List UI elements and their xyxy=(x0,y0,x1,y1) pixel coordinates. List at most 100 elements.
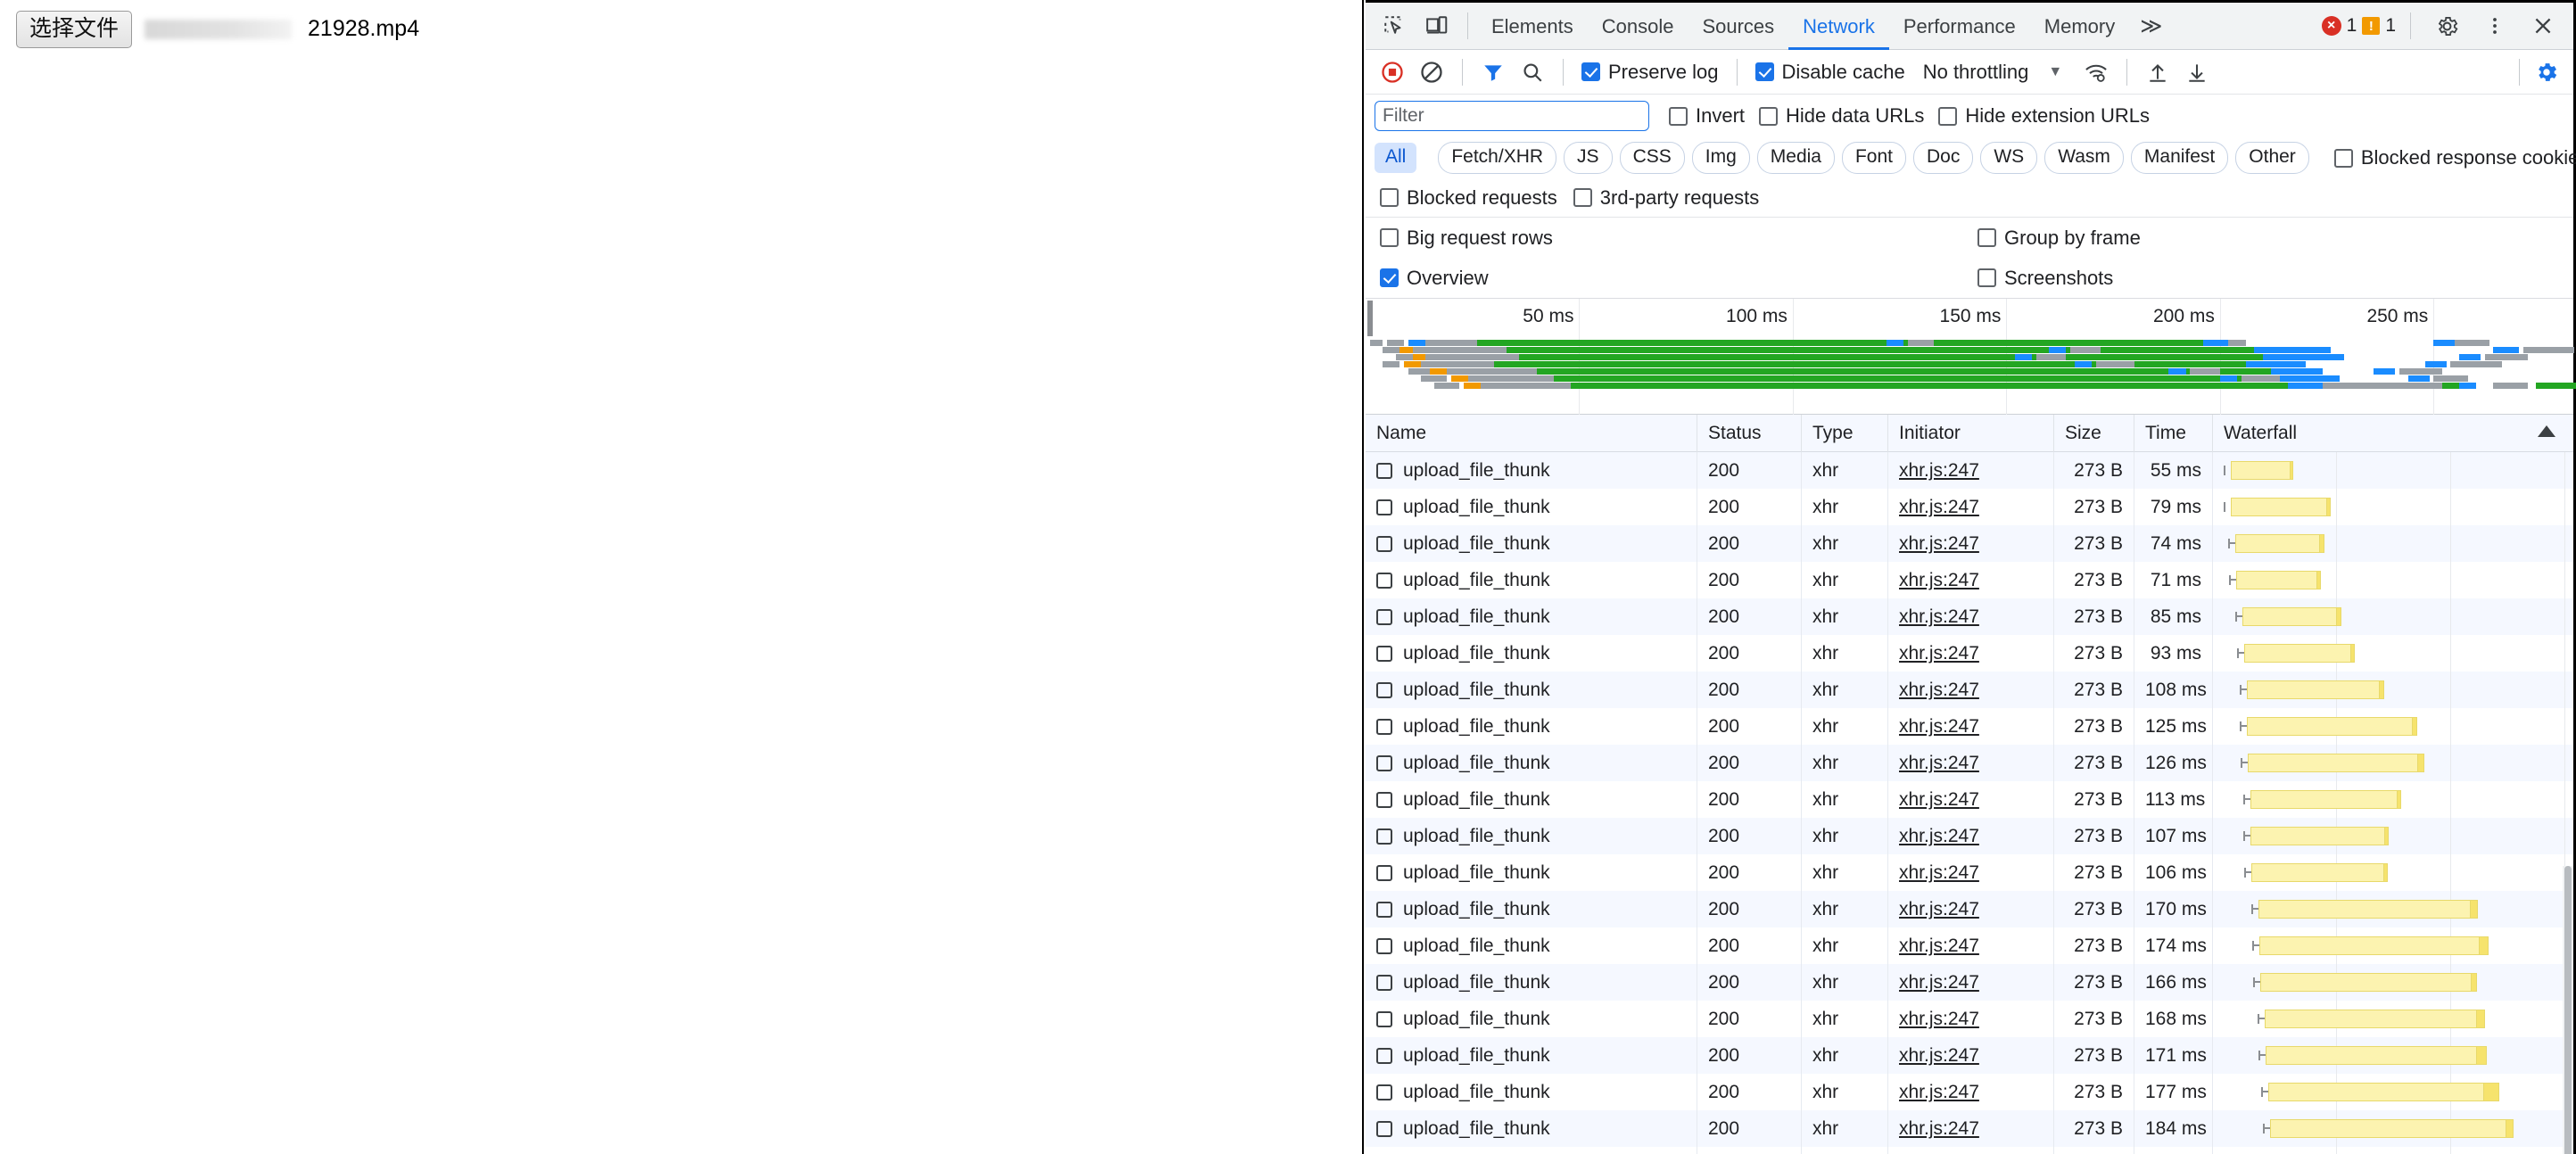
initiator-link[interactable]: xhr.js:247 xyxy=(1899,899,1979,919)
row-checkbox[interactable] xyxy=(1376,1048,1392,1064)
import-har-icon[interactable] xyxy=(2140,54,2176,90)
column-header-type[interactable]: Type xyxy=(1802,415,1888,452)
row-checkbox[interactable] xyxy=(1376,682,1392,698)
gear-icon[interactable] xyxy=(2428,7,2465,45)
chip-wasm[interactable]: Wasm xyxy=(2044,142,2124,174)
inspect-element-icon[interactable] xyxy=(1375,7,1413,45)
row-checkbox[interactable] xyxy=(1376,828,1392,845)
table-row[interactable]: upload_file_thunk200xhrxhr.js:247273 B17… xyxy=(1366,891,2573,927)
tab-elements[interactable]: Elements xyxy=(1477,3,1588,50)
cell-initiator[interactable]: xhr.js:247 xyxy=(1888,672,2054,708)
third-party-requests-checkbox[interactable]: 3rd-party requests xyxy=(1573,186,1760,210)
cell-initiator[interactable]: xhr.js:247 xyxy=(1888,1001,2054,1037)
cell-initiator[interactable]: xhr.js:247 xyxy=(1888,635,2054,672)
initiator-link[interactable]: xhr.js:247 xyxy=(1899,972,1979,993)
initiator-link[interactable]: xhr.js:247 xyxy=(1899,680,1979,700)
row-checkbox[interactable] xyxy=(1376,975,1392,991)
initiator-link[interactable]: xhr.js:247 xyxy=(1899,1045,1979,1066)
chip-doc[interactable]: Doc xyxy=(1913,142,1973,174)
row-checkbox[interactable] xyxy=(1376,902,1392,918)
table-vertical-scrollbar-thumb[interactable] xyxy=(2564,866,2572,1154)
export-har-icon[interactable] xyxy=(2179,54,2215,90)
row-checkbox[interactable] xyxy=(1376,1011,1392,1027)
more-vertical-icon[interactable] xyxy=(2476,7,2514,45)
initiator-link[interactable]: xhr.js:247 xyxy=(1899,497,1979,517)
chip-js[interactable]: JS xyxy=(1564,142,1613,174)
hide-extension-urls-checkbox[interactable]: Hide extension URLs xyxy=(1938,104,2150,128)
initiator-link[interactable]: xhr.js:247 xyxy=(1899,716,1979,737)
row-checkbox[interactable] xyxy=(1376,609,1392,625)
table-row[interactable]: upload_file_thunk200xhrxhr.js:247273 B16… xyxy=(1366,964,2573,1001)
chip-media[interactable]: Media xyxy=(1757,142,1835,174)
network-conditions-icon[interactable] xyxy=(2078,54,2114,90)
filter-icon[interactable] xyxy=(1475,54,1511,90)
initiator-link[interactable]: xhr.js:247 xyxy=(1899,789,1979,810)
record-icon[interactable] xyxy=(1375,54,1410,90)
group-by-frame-checkbox[interactable]: Group by frame xyxy=(1977,227,2141,250)
table-row[interactable]: upload_file_thunk200xhrxhr.js:247273 B71… xyxy=(1366,562,2573,598)
row-checkbox[interactable] xyxy=(1376,865,1392,881)
table-row[interactable]: upload_file_thunk200xhrxhr.js:247273 B12… xyxy=(1366,745,2573,781)
table-row[interactable]: upload_file_thunk200xhrxhr.js:247273 B11… xyxy=(1366,781,2573,818)
table-row[interactable]: upload_file_thunk200xhrxhr.js:247273 B17… xyxy=(1366,1074,2573,1110)
row-checkbox[interactable] xyxy=(1376,755,1392,771)
column-header-waterfall[interactable]: Waterfall xyxy=(2213,415,2573,452)
more-tabs-chevron-icon[interactable]: ≫ xyxy=(2129,13,2173,39)
row-checkbox[interactable] xyxy=(1376,646,1392,662)
cell-initiator[interactable]: xhr.js:247 xyxy=(1888,927,2054,964)
table-row[interactable]: upload_thunk_end200xhrxhr.js:247325 B7 m… xyxy=(1366,1147,2573,1154)
column-header-initiator[interactable]: Initiator xyxy=(1888,415,2054,452)
initiator-link[interactable]: xhr.js:247 xyxy=(1899,1118,1979,1139)
table-row[interactable]: upload_file_thunk200xhrxhr.js:247273 B10… xyxy=(1366,854,2573,891)
column-header-size[interactable]: Size xyxy=(2054,415,2134,452)
table-row[interactable]: upload_file_thunk200xhrxhr.js:247273 B17… xyxy=(1366,1037,2573,1074)
column-header-time[interactable]: Time xyxy=(2134,415,2213,452)
row-checkbox[interactable] xyxy=(1376,792,1392,808)
table-row[interactable]: upload_file_thunk200xhrxhr.js:247273 B74… xyxy=(1366,525,2573,562)
chip-css[interactable]: CSS xyxy=(1620,142,1685,174)
overview-left-handle[interactable] xyxy=(1367,301,1373,336)
cell-initiator[interactable]: xhr.js:247 xyxy=(1888,781,2054,818)
screenshots-checkbox[interactable]: Screenshots xyxy=(1977,267,2113,290)
row-checkbox[interactable] xyxy=(1376,573,1392,589)
initiator-link[interactable]: xhr.js:247 xyxy=(1899,570,1979,590)
table-row[interactable]: upload_file_thunk200xhrxhr.js:247273 B79… xyxy=(1366,489,2573,525)
row-checkbox[interactable] xyxy=(1376,499,1392,515)
chip-img[interactable]: Img xyxy=(1692,142,1750,174)
chip-all[interactable]: All xyxy=(1375,143,1416,173)
column-header-name[interactable]: Name xyxy=(1366,415,1697,452)
file-upload-control[interactable]: 选择文件 21928.mp4 xyxy=(16,11,419,48)
initiator-link[interactable]: xhr.js:247 xyxy=(1899,826,1979,846)
cell-initiator[interactable]: xhr.js:247 xyxy=(1888,745,2054,781)
initiator-link[interactable]: xhr.js:247 xyxy=(1899,1009,1979,1029)
initiator-link[interactable]: xhr.js:247 xyxy=(1899,460,1979,481)
chip-manifest[interactable]: Manifest xyxy=(2131,142,2228,174)
table-row[interactable]: upload_file_thunk200xhrxhr.js:247273 B93… xyxy=(1366,635,2573,672)
row-checkbox[interactable] xyxy=(1376,1121,1392,1137)
chip-ws[interactable]: WS xyxy=(1980,142,2037,174)
table-row[interactable]: upload_file_thunk200xhrxhr.js:247273 B16… xyxy=(1366,1001,2573,1037)
initiator-link[interactable]: xhr.js:247 xyxy=(1899,862,1979,883)
initiator-link[interactable]: xhr.js:247 xyxy=(1899,643,1979,664)
table-row[interactable]: upload_file_thunk200xhrxhr.js:247273 B10… xyxy=(1366,672,2573,708)
row-checkbox[interactable] xyxy=(1376,536,1392,552)
tab-performance[interactable]: Performance xyxy=(1889,3,2030,50)
initiator-link[interactable]: xhr.js:247 xyxy=(1899,533,1979,554)
overview-checkbox[interactable]: Overview xyxy=(1380,267,1489,290)
table-vertical-scrollbar[interactable] xyxy=(2563,866,2573,1154)
choose-file-button[interactable]: 选择文件 xyxy=(16,11,132,48)
search-icon[interactable] xyxy=(1515,54,1550,90)
cell-initiator[interactable]: xhr.js:247 xyxy=(1888,562,2054,598)
row-checkbox[interactable] xyxy=(1376,938,1392,954)
cell-initiator[interactable]: xhr.js:247 xyxy=(1888,452,2054,489)
initiator-link[interactable]: xhr.js:247 xyxy=(1899,753,1979,773)
chip-fetch-xhr[interactable]: Fetch/XHR xyxy=(1438,142,1556,174)
tab-memory[interactable]: Memory xyxy=(2030,3,2129,50)
initiator-link[interactable]: xhr.js:247 xyxy=(1899,1082,1979,1102)
cell-initiator[interactable]: xhr.js:247 xyxy=(1888,1110,2054,1147)
cell-initiator[interactable]: xhr.js:247 xyxy=(1888,854,2054,891)
close-icon[interactable] xyxy=(2524,7,2562,45)
network-settings-gear-icon[interactable] xyxy=(2529,54,2564,90)
table-row[interactable]: upload_file_thunk200xhrxhr.js:247273 B18… xyxy=(1366,1110,2573,1147)
row-checkbox[interactable] xyxy=(1376,463,1392,479)
